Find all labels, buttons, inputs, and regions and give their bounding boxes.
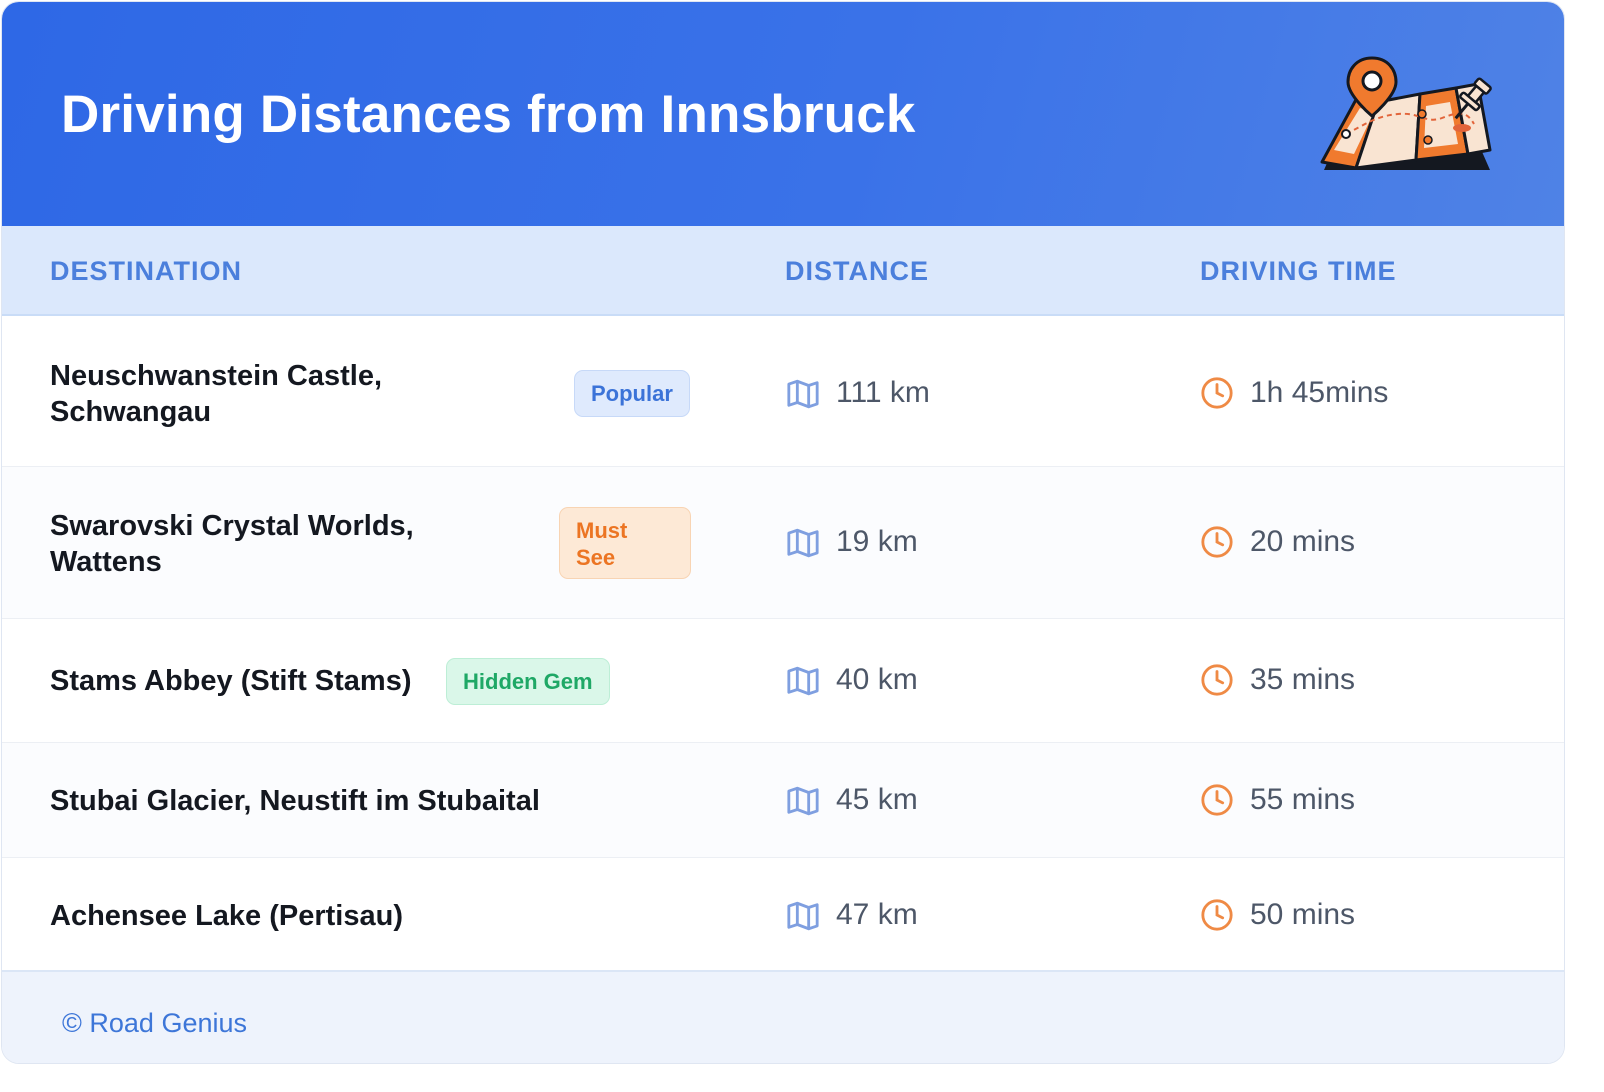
clock-icon (1201, 664, 1233, 696)
driving-time-value: 55 mins (1250, 783, 1356, 816)
distance-value: 40 km (836, 663, 918, 696)
distance-value: 111 km (836, 376, 930, 409)
destination-name: Swarovski Crystal Worlds, Wattens (50, 508, 414, 580)
clock-icon (1201, 784, 1233, 816)
table-row: Stams Abbey (Stift Stams) Hidden Gem 40 … (2, 619, 1564, 743)
table-header: DESTINATION DISTANCE DRIVING TIME (2, 226, 1564, 316)
column-header-driving-time: DRIVING TIME (1200, 256, 1397, 286)
table-row: Achensee Lake (Pertisau) 47 km 50 mins (2, 858, 1564, 972)
map-icon (787, 379, 819, 409)
badge-popular: Popular (574, 370, 690, 417)
driving-time-value: 35 mins (1250, 663, 1356, 696)
map-icon (787, 666, 819, 696)
card-header: Driving Distances from Innsbruck (2, 2, 1564, 226)
destination-line: Swarovski Crystal Worlds, (50, 510, 414, 542)
destination-name: Stubai Glacier, Neustift im Stubaital (50, 785, 540, 817)
driving-time-value: 20 mins (1250, 525, 1356, 558)
distance-card: Driving Distances from Innsbruck DESTINA… (1, 1, 1565, 1064)
map-with-pins-icon (1320, 56, 1492, 170)
driving-time-value: 1h 45mins (1250, 376, 1389, 409)
footer-credit: © Road Genius (62, 1008, 247, 1038)
column-header-destination: DESTINATION (50, 256, 242, 286)
table-row: Stubai Glacier, Neustift im Stubaital 45… (2, 743, 1564, 858)
map-icon (787, 528, 819, 558)
destination-line: Neuschwanstein Castle, (50, 360, 382, 392)
column-header-distance: DISTANCE (785, 256, 930, 286)
distance-value: 19 km (836, 525, 918, 558)
destination-name: Stams Abbey (Stift Stams) (50, 665, 412, 697)
badge-hidden-gem: Hidden Gem (446, 658, 610, 705)
card-footer: © Road Genius (2, 970, 1564, 1063)
page-title: Driving Distances from Innsbruck (61, 85, 916, 144)
destination-name: Achensee Lake (Pertisau) (50, 900, 403, 932)
map-icon (787, 901, 819, 931)
destination-name: Neuschwanstein Castle, Schwangau (50, 358, 382, 430)
distance-value: 47 km (836, 898, 918, 931)
table-row: Neuschwanstein Castle, Schwangau Popular… (2, 317, 1564, 467)
badge-must-see: Must See (559, 507, 691, 579)
destination-line: Schwangau (50, 396, 212, 428)
distance-value: 45 km (836, 783, 918, 816)
badge-line: See (576, 545, 616, 570)
destination-line: Wattens (50, 546, 162, 578)
map-icon (787, 786, 819, 816)
clock-icon (1201, 377, 1233, 409)
badge-line: Must (576, 518, 628, 543)
clock-icon (1201, 526, 1233, 558)
clock-icon (1201, 899, 1233, 931)
driving-time-value: 50 mins (1250, 898, 1356, 931)
table-row: Swarovski Crystal Worlds, Wattens Must S… (2, 467, 1564, 619)
